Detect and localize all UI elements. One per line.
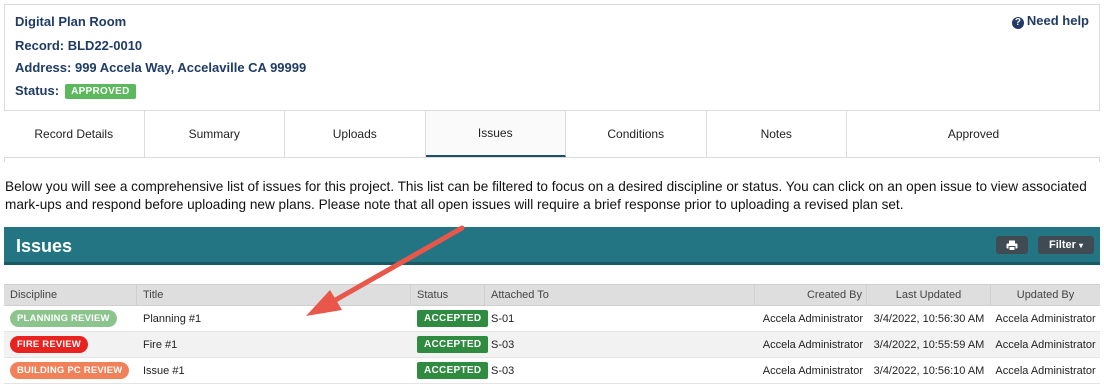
column-header-discipline[interactable]: Discipline: [4, 285, 137, 305]
attached-to-cell: S-01: [491, 312, 515, 325]
tab-label: Summary: [188, 127, 240, 141]
discipline-badge: PLANNING REVIEW: [10, 310, 117, 327]
status-cell: ACCEPTED: [411, 358, 489, 383]
issues-table: Discipline Title Status Attached To Crea…: [4, 284, 1100, 384]
column-header-updated-by[interactable]: Updated By: [991, 285, 1100, 305]
tab-label: Uploads: [332, 127, 377, 141]
record-number: Record: BLD22-0010: [15, 38, 143, 53]
need-help-link[interactable]: ? Need help: [1011, 13, 1089, 29]
caret-down-icon: ▾: [1078, 240, 1083, 250]
tab-conditions[interactable]: Conditions: [566, 111, 707, 157]
filter-label: Filter: [1049, 239, 1076, 251]
status-badge: APPROVED: [65, 84, 136, 99]
status-badge: ACCEPTED: [417, 336, 489, 353]
status-badge: ACCEPTED: [417, 310, 489, 327]
created-by-cell: Accela Administrator: [762, 312, 863, 325]
column-header-attached-to[interactable]: Attached To: [485, 285, 755, 305]
updated-by-cell: Accela Administrator: [995, 338, 1096, 351]
updated-by-cell: Accela Administrator: [995, 364, 1096, 377]
table-row[interactable]: BUILDING PC REVIEW Issue #1 ACCEPTED S-0…: [4, 358, 1100, 384]
print-button[interactable]: [996, 236, 1028, 254]
question-circle-icon: ?: [1011, 17, 1024, 29]
tab-summary[interactable]: Summary: [145, 111, 285, 157]
title-cell: Issue #1: [143, 364, 185, 377]
table-header-row: Discipline Title Status Attached To Crea…: [4, 285, 1100, 306]
issues-panel-header: Issues Filter ▾: [4, 227, 1100, 265]
updated-by-cell: Accela Administrator: [995, 312, 1096, 325]
status-badge: ACCEPTED: [417, 362, 489, 379]
issues-intro-text: Below you will see a comprehensive list …: [5, 179, 1087, 212]
discipline-badge: BUILDING PC REVIEW: [10, 362, 130, 379]
table-row[interactable]: PLANNING REVIEW Planning #1 ACCEPTED S-0…: [4, 306, 1100, 332]
record-tabs: Record Details Summary Uploads Issues Co…: [4, 110, 1100, 158]
filter-dropdown-button[interactable]: Filter ▾: [1038, 236, 1094, 254]
record-address: Address: 999 Accela Way, Accelaville CA …: [15, 60, 307, 75]
created-by-cell: Accela Administrator: [762, 338, 863, 351]
column-header-created-by[interactable]: Created By: [755, 285, 867, 305]
record-status: Status: APPROVED: [15, 83, 136, 99]
discipline-cell: PLANNING REVIEW: [4, 306, 137, 331]
discipline-badge: FIRE REVIEW: [10, 336, 88, 353]
tab-issues[interactable]: Issues: [425, 111, 566, 157]
last-updated-cell: 3/4/2022, 10:56:10 AM: [873, 364, 985, 377]
tab-label: Approved: [947, 127, 1000, 141]
column-header-status[interactable]: Status: [411, 285, 485, 305]
created-by-cell: Accela Administrator: [762, 364, 863, 377]
attached-to-cell: S-03: [491, 364, 515, 377]
tab-label: Notes: [760, 127, 792, 141]
tab-notes[interactable]: Notes: [707, 111, 847, 157]
last-updated-cell: 3/4/2022, 10:56:30 AM: [873, 312, 985, 325]
status-cell: ACCEPTED: [411, 332, 489, 357]
column-header-last-updated[interactable]: Last Updated: [867, 285, 991, 305]
tab-label: Issues: [477, 126, 513, 140]
printer-icon: [1006, 240, 1018, 251]
attached-to-cell: S-03: [491, 338, 515, 351]
tab-approved[interactable]: Approved: [847, 111, 1100, 157]
issues-panel-title: Issues: [16, 236, 73, 256]
table-row[interactable]: FIRE REVIEW Fire #1 ACCEPTED S-03 Accela…: [4, 332, 1100, 358]
need-help-label: Need help: [1026, 13, 1089, 28]
discipline-cell: BUILDING PC REVIEW: [4, 358, 137, 383]
tab-label: Record Details: [34, 127, 114, 141]
discipline-cell: FIRE REVIEW: [4, 332, 137, 357]
tab-uploads[interactable]: Uploads: [285, 111, 426, 157]
page-title: Digital Plan Room: [15, 14, 127, 29]
tab-label: Conditions: [607, 127, 665, 141]
title-cell: Fire #1: [143, 338, 178, 351]
title-cell: Planning #1: [143, 312, 202, 325]
last-updated-cell: 3/4/2022, 10:55:59 AM: [873, 338, 985, 351]
column-header-title[interactable]: Title: [137, 285, 411, 305]
status-cell: ACCEPTED: [411, 306, 489, 331]
status-label: Status:: [15, 83, 60, 98]
tab-record-details[interactable]: Record Details: [4, 111, 145, 157]
